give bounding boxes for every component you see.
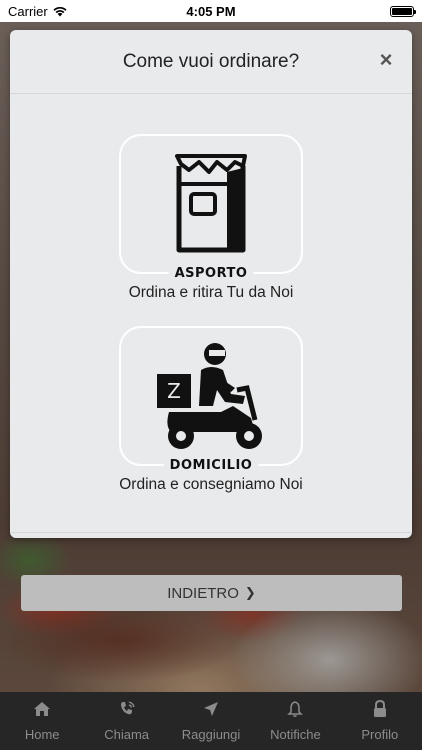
option-asporto-description: Ordina e ritira Tu da Noi — [128, 284, 294, 301]
tab-chiama[interactable]: Chiama — [84, 692, 168, 750]
option-domicilio-card[interactable]: Z DOMICILIO — [119, 326, 303, 473]
option-asporto[interactable]: ASPORTO Ordina e ritira Tu da Noi — [10, 134, 412, 302]
tab-profilo[interactable]: Profilo — [338, 692, 422, 750]
chevron-right-icon: ❯ — [244, 585, 256, 600]
tab-home-label: Home — [24, 727, 60, 742]
option-domicilio[interactable]: Z DOMICILIO Ordina e consegniamo Noi — [10, 326, 412, 494]
back-button-label: INDIETRO — [167, 584, 239, 602]
option-domicilio-tag: DOMICILIO — [163, 458, 259, 473]
takeaway-bag-icon — [175, 154, 247, 253]
status-carrier-group: Carrier — [8, 4, 68, 19]
option-domicilio-description: Ordina e consegniamo Noi — [119, 476, 303, 493]
location-arrow-icon — [204, 702, 219, 716]
bell-icon — [287, 701, 304, 717]
tab-profilo-label: Profilo — [361, 727, 399, 742]
modal-footer-divider — [10, 532, 412, 533]
status-bar: Carrier 4:05 PM — [0, 0, 422, 22]
tab-notifiche-label: Notifiche — [270, 727, 321, 742]
close-button[interactable]: × — [376, 47, 396, 72]
home-icon — [34, 702, 51, 716]
tab-raggiungi-label: Raggiungi — [181, 727, 241, 742]
tab-bar: Home Chiama Raggiungi Notifiche Profilo — [0, 692, 422, 750]
svg-text:Z: Z — [167, 379, 181, 403]
tab-home[interactable]: Home — [0, 692, 84, 750]
modal-title: Come vuoi ordinare? — [122, 50, 300, 72]
tab-raggiungi[interactable]: Raggiungi — [169, 692, 253, 750]
wifi-icon — [53, 6, 67, 17]
lock-icon — [373, 700, 386, 717]
order-type-modal: Come vuoi ordinare? × ASPORTO Ordina e r… — [10, 30, 412, 538]
battery-icon — [390, 5, 416, 17]
tab-notifiche[interactable]: Notifiche — [253, 692, 337, 750]
phone-icon — [120, 701, 135, 715]
close-icon: × — [379, 47, 393, 72]
option-asporto-tag: ASPORTO — [168, 266, 254, 281]
tab-chiama-label: Chiama — [104, 727, 149, 742]
back-button[interactable]: INDIETRO ❯ — [21, 575, 402, 611]
option-asporto-card[interactable]: ASPORTO — [119, 134, 303, 281]
delivery-scooter-icon: Z — [157, 343, 262, 449]
carrier-label: Carrier — [8, 3, 48, 19]
modal-header: Come vuoi ordinare? × — [10, 30, 412, 94]
